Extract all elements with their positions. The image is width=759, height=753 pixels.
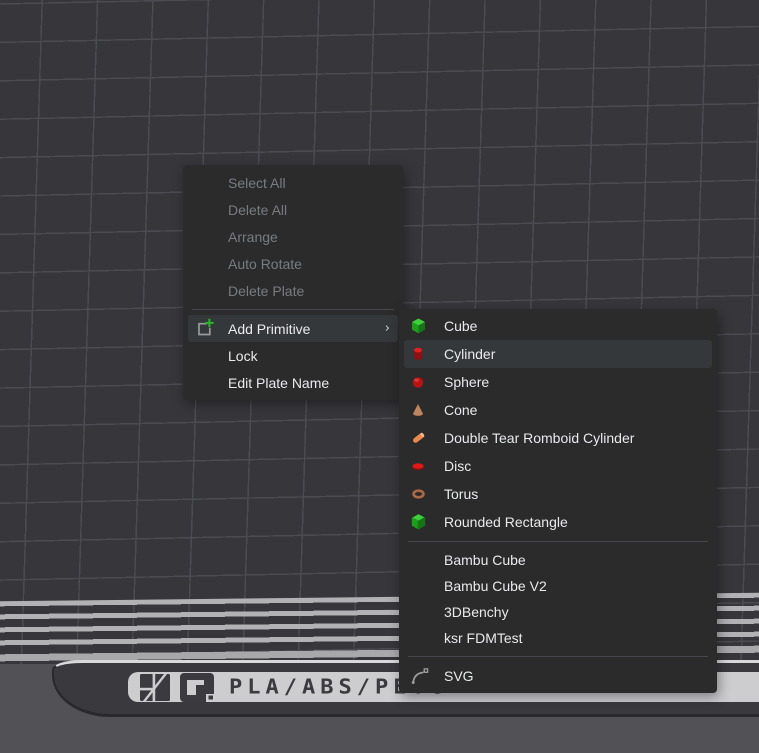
menu-item-label: Cube — [444, 318, 704, 334]
menu-item-label: Rounded Rectangle — [444, 514, 704, 530]
plate-context-menu: Select All Delete All Arrange Auto Rotate De… — [183, 165, 403, 400]
menu-item-double-tear-romboid-cylinder[interactable]: Double Tear Romboid Cylinder — [404, 424, 712, 452]
menu-item-select-all: Select All — [188, 169, 398, 196]
menu-item-lock[interactable]: Lock — [188, 342, 398, 369]
cone-icon — [410, 402, 426, 418]
menu-separator — [408, 541, 708, 542]
menu-item-auto-rotate: Auto Rotate — [188, 250, 398, 277]
menu-item-ksr-fdmtest[interactable]: ksr FDMTest — [404, 625, 712, 651]
svg-path-icon — [410, 667, 429, 686]
menu-item-delete-plate: Delete Plate — [188, 277, 398, 304]
torus-icon — [410, 486, 427, 502]
menu-item-3dbenchy[interactable]: 3DBenchy — [404, 599, 712, 625]
add-primitive-submenu: Cube Cylinder Sphere Cone Double Tear Ro… — [399, 309, 717, 693]
menu-item-torus[interactable]: Torus — [404, 480, 712, 508]
menu-item-label: Delete Plate — [228, 283, 390, 299]
menu-item-rounded-rectangle[interactable]: Rounded Rectangle — [404, 508, 712, 536]
menu-item-label: SVG — [444, 668, 704, 684]
menu-item-label: Edit Plate Name — [228, 375, 390, 391]
menu-separator — [408, 656, 708, 657]
menu-item-label: Arrange — [228, 229, 390, 245]
menu-item-label: Bambu Cube — [444, 552, 704, 568]
menu-item-label: Disc — [444, 458, 704, 474]
submenu-arrow-icon: › — [385, 321, 390, 336]
menu-item-label: Cylinder — [444, 346, 704, 362]
menu-item-sphere[interactable]: Sphere — [404, 368, 712, 396]
menu-item-label: Select All — [228, 175, 390, 191]
menu-item-label: Torus — [444, 486, 704, 502]
bambu-logo-icon — [140, 674, 170, 701]
menu-item-cone[interactable]: Cone — [404, 396, 712, 424]
menu-item-label: Lock — [228, 348, 390, 364]
menu-item-label: Sphere — [444, 374, 704, 390]
plate-type-logo-icon — [180, 673, 214, 702]
menu-separator — [192, 309, 394, 310]
double-tear-romboid-cylinder-icon — [410, 430, 427, 447]
menu-item-delete-all: Delete All — [188, 196, 398, 223]
menu-item-bambu-cube[interactable]: Bambu Cube — [404, 547, 712, 573]
menu-item-edit-plate-name[interactable]: Edit Plate Name — [188, 369, 398, 396]
menu-item-label: Double Tear Romboid Cylinder — [444, 430, 704, 446]
menu-item-label: Add Primitive — [228, 321, 377, 337]
menu-item-cylinder[interactable]: Cylinder — [404, 340, 712, 368]
menu-item-label: Auto Rotate — [228, 256, 390, 272]
menu-item-svg[interactable]: SVG — [404, 662, 712, 690]
add-primitive-icon — [194, 318, 215, 339]
menu-item-label: Cone — [444, 402, 704, 418]
menu-item-add-primitive[interactable]: Add Primitive › — [188, 315, 398, 342]
menu-item-label: 3DBenchy — [444, 604, 704, 620]
menu-item-disc[interactable]: Disc — [404, 452, 712, 480]
menu-item-label: Delete All — [228, 202, 390, 218]
sphere-icon — [410, 374, 426, 390]
menu-item-arrange: Arrange — [188, 223, 398, 250]
cube-icon — [410, 318, 427, 335]
menu-item-label: Bambu Cube V2 — [444, 578, 704, 594]
disc-icon — [410, 458, 426, 474]
menu-item-bambu-cube-v2[interactable]: Bambu Cube V2 — [404, 573, 712, 599]
cylinder-icon — [410, 346, 426, 363]
viewport-3d: PLA/ABS/PETG HOT SU Select AllDelete All… — [0, 0, 759, 753]
rounded-rectangle-icon — [410, 514, 427, 531]
menu-item-label: ksr FDMTest — [444, 630, 704, 646]
menu-item-cube[interactable]: Cube — [404, 312, 712, 340]
